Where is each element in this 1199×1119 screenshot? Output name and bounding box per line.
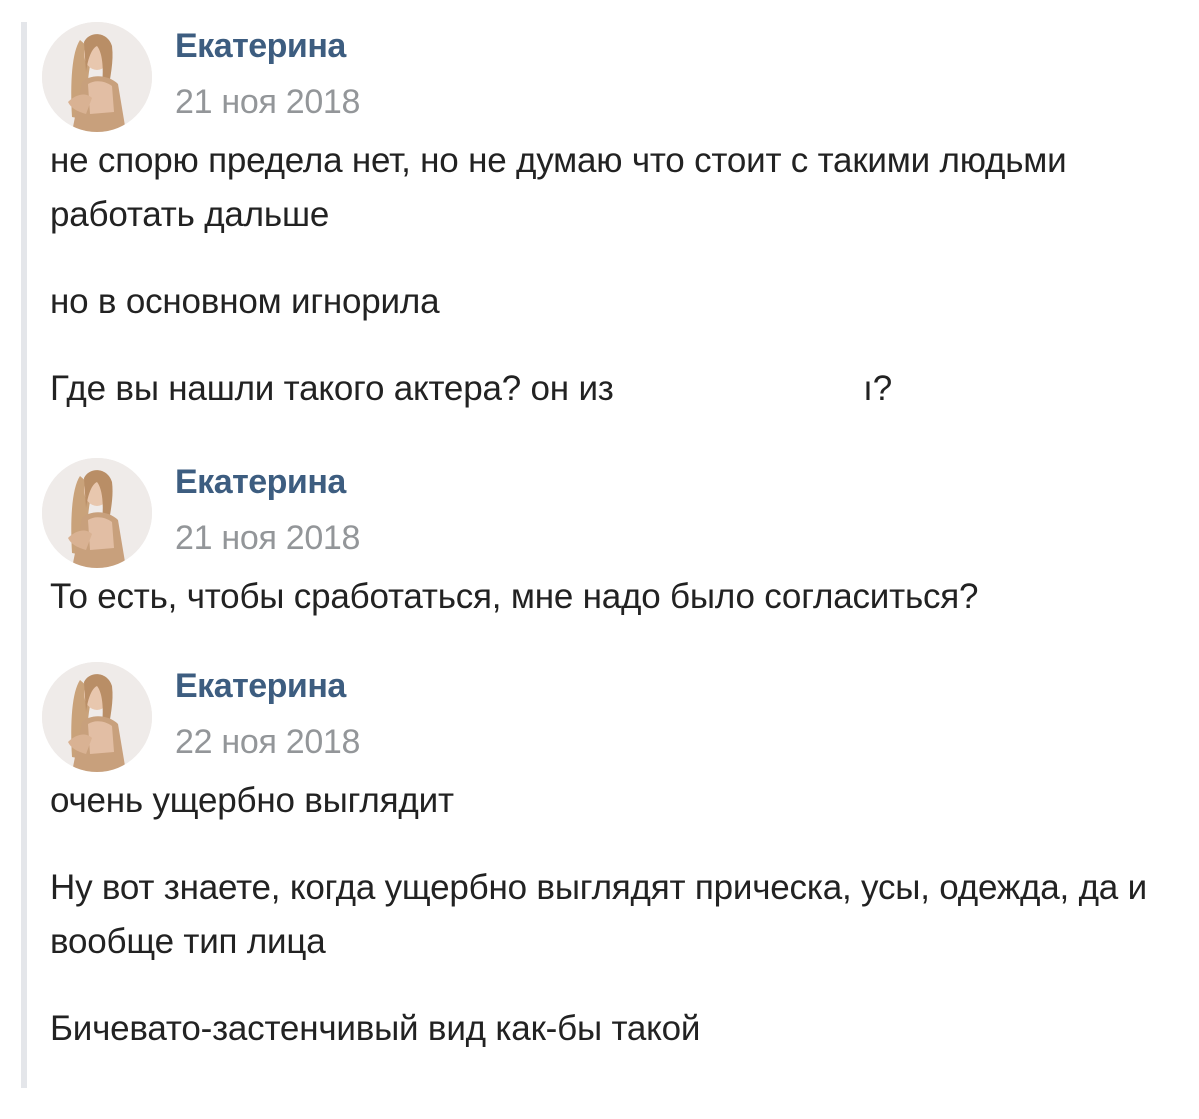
message-text: Бичевато-застенчивый вид как-бы такой — [50, 1009, 701, 1048]
author-name[interactable]: Екатерина — [175, 26, 346, 66]
message-date[interactable]: 21 ноя 2018 — [175, 518, 360, 558]
message-header: Екатерина 22 ноя 2018 — [42, 662, 1170, 774]
message-text: То есть, чтобы сработаться, мне надо был… — [50, 577, 979, 616]
quote-bar — [21, 22, 27, 1088]
message: Екатерина 21 ноя 2018 не спорю предела н… — [42, 22, 1170, 416]
avatar[interactable] — [42, 458, 152, 568]
message-text: но в основном игнорила — [50, 282, 440, 321]
author-name[interactable]: Екатерина — [175, 666, 346, 706]
author-name[interactable]: Екатерина — [175, 462, 346, 502]
message-header: Екатерина 21 ноя 2018 — [42, 458, 1170, 570]
redacted-text-before: Где вы нашли такого актера? он из — [50, 369, 614, 408]
message-date[interactable]: 22 ноя 2018 — [175, 722, 360, 762]
message-header: Екатерина 21 ноя 2018 — [42, 22, 1170, 134]
message-text: очень ущербно выглядит — [50, 781, 454, 820]
avatar[interactable] — [42, 22, 152, 132]
avatar-photo-icon — [42, 458, 152, 568]
avatar-photo-icon — [42, 662, 152, 772]
message-text: не спорю предела нет, но не думаю что ст… — [50, 141, 1077, 234]
message: Екатерина 22 ноя 2018 очень ущербно выгл… — [42, 662, 1170, 1056]
avatar[interactable] — [42, 662, 152, 772]
message: Екатерина 21 ноя 2018 То есть, чтобы сра… — [42, 458, 1170, 624]
avatar-photo-icon — [42, 22, 152, 132]
message-date[interactable]: 21 ноя 2018 — [175, 82, 360, 122]
message-text-redacted: Где вы нашли такого актера? он из ı? — [50, 362, 1170, 416]
redacted-text-after: ı? — [863, 369, 892, 408]
message-text: Ну вот знаете, когда ущербно выглядят пр… — [50, 868, 1157, 961]
